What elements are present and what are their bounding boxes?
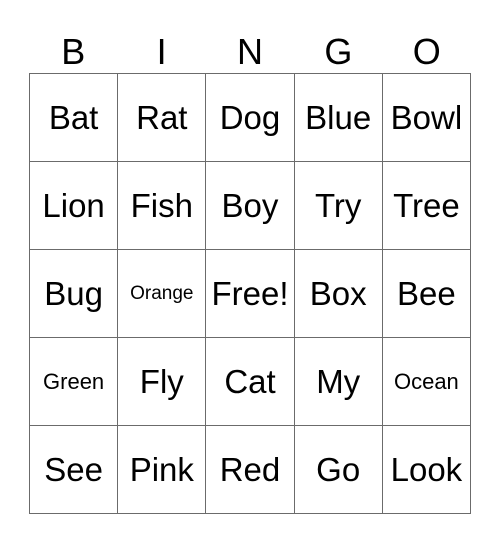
- bingo-cell[interactable]: See: [30, 426, 119, 514]
- header-letter-i: I: [156, 31, 167, 72]
- free-space-cell[interactable]: Free!: [206, 250, 295, 338]
- bingo-grid: Bat Rat Dog Blue Bowl Lion Fish Boy Try …: [29, 73, 471, 514]
- bingo-cell[interactable]: Ocean: [382, 338, 471, 426]
- bingo-cell[interactable]: Cat: [206, 338, 295, 426]
- bingo-cell[interactable]: Go: [294, 426, 383, 514]
- bingo-cell[interactable]: Green: [30, 338, 119, 426]
- header-letter-b: B: [61, 31, 86, 72]
- bingo-cell[interactable]: Bug: [30, 250, 119, 338]
- bingo-cell[interactable]: Bat: [30, 74, 119, 162]
- bingo-cell[interactable]: Bowl: [382, 74, 471, 162]
- header-letter-o: O: [412, 31, 441, 72]
- bingo-cell[interactable]: Blue: [294, 74, 383, 162]
- header-letter-g: G: [324, 31, 353, 72]
- bingo-cell[interactable]: Box: [294, 250, 383, 338]
- bingo-cell[interactable]: Look: [382, 426, 471, 514]
- bingo-cell[interactable]: Try: [294, 162, 383, 250]
- bingo-cell[interactable]: Dog: [206, 74, 295, 162]
- header-letter-n: N: [236, 31, 263, 72]
- bingo-cell[interactable]: Rat: [118, 74, 207, 162]
- bingo-cell[interactable]: Lion: [30, 162, 119, 250]
- bingo-cell[interactable]: Boy: [206, 162, 295, 250]
- bingo-cell[interactable]: Tree: [382, 162, 471, 250]
- bingo-cell[interactable]: Pink: [118, 426, 207, 514]
- bingo-cell[interactable]: Fish: [118, 162, 207, 250]
- bingo-cell[interactable]: My: [294, 338, 383, 426]
- bingo-header: B I N G O: [29, 30, 471, 73]
- bingo-cell[interactable]: Bee: [382, 250, 471, 338]
- bingo-cell[interactable]: Red: [206, 426, 295, 514]
- bingo-cell[interactable]: Orange: [118, 250, 207, 338]
- bingo-cell[interactable]: Fly: [118, 338, 207, 426]
